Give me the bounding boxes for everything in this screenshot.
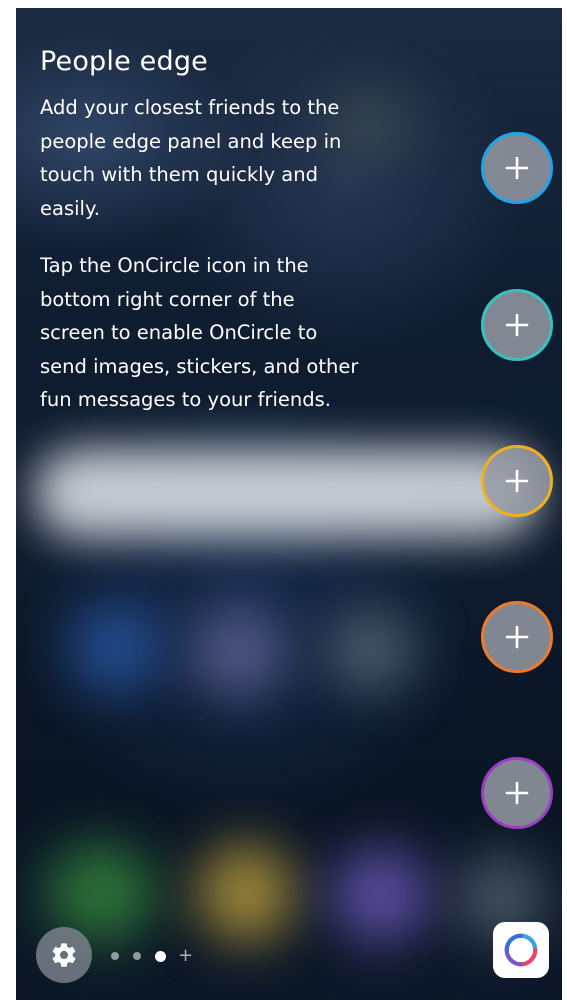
plus-icon	[505, 156, 529, 180]
blurred-app-icon	[331, 848, 431, 943]
blurred-app-icon	[191, 608, 286, 698]
plus-icon	[505, 313, 529, 337]
gear-icon	[52, 943, 76, 967]
blurred-search-bar	[34, 448, 539, 538]
panel-description: Add your closest friends to the people e…	[40, 96, 342, 220]
blurred-app-icon	[71, 603, 161, 693]
panel-title: People edge	[40, 46, 208, 77]
plus-icon	[505, 469, 529, 493]
blurred-app-icon	[196, 843, 296, 943]
page-dot[interactable]	[133, 952, 141, 960]
people-edge-intro: People edge Add your closest friends to …	[40, 46, 360, 417]
plus-icon	[505, 781, 529, 805]
blurred-app-icon	[326, 608, 416, 693]
add-contact-button-2[interactable]	[481, 289, 553, 361]
page-dot[interactable]	[111, 952, 119, 960]
oncircle-icon	[504, 933, 538, 967]
edge-settings-button[interactable]	[36, 927, 92, 983]
add-contact-button-4[interactable]	[481, 601, 553, 673]
add-contact-button-5[interactable]	[481, 757, 553, 829]
plus-icon	[505, 625, 529, 649]
add-contact-button-1[interactable]	[481, 132, 553, 204]
page-dot-current[interactable]	[155, 950, 166, 962]
add-contact-button-3[interactable]	[481, 445, 553, 517]
edge-panel-screen: People edge Add your closest friends to …	[16, 8, 562, 1000]
add-page-button[interactable]: +	[178, 947, 193, 965]
oncircle-button[interactable]	[493, 922, 549, 978]
page-indicator: +	[111, 946, 193, 966]
oncircle-hint: Tap the OnCircle icon in the bottom righ…	[40, 254, 359, 411]
